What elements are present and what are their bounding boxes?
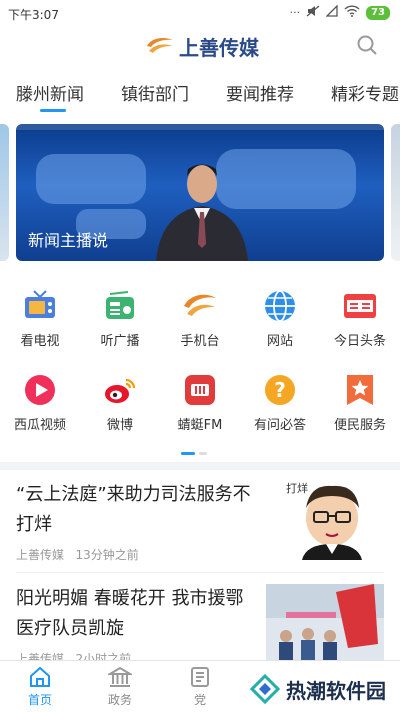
medical-team-photo (266, 584, 384, 666)
search-icon[interactable] (356, 34, 378, 60)
news-list: “云上法庭”来助力司法服务不打烊 上善传媒 13分钟之前 打烊 阳光明媚 春暖花… (0, 470, 400, 666)
grid-label: 微博 (106, 418, 133, 433)
grid-item-weibo[interactable]: 微博 (80, 372, 160, 442)
government-icon (108, 666, 132, 687)
grid-item-convenience[interactable]: 便民服务 (320, 372, 400, 442)
brand-logo-icon (184, 294, 216, 316)
banner-next-peek[interactable] (391, 124, 400, 261)
tab-recommended-news[interactable]: 要闻推荐 (226, 80, 294, 105)
banner-caption: 新闻主播说 (28, 231, 109, 250)
qingting-fm-icon (185, 375, 215, 405)
banner-prev-peek[interactable] (0, 124, 9, 261)
page-dot-active (181, 452, 195, 455)
nav-government[interactable]: 政务 (90, 665, 150, 708)
grid-item-qingting-fm[interactable]: 蜻蜓FM (160, 372, 240, 442)
category-tabs: 滕州新闻 镇街部门 要闻推荐 精彩专题 (0, 66, 400, 116)
service-grid: 看电视 听广播 手机台 网站 今日头条 西瓜视频 微博 蜻蜓FM ? 有问必答 … (0, 270, 400, 462)
tab-town-departments[interactable]: 镇街部门 (121, 80, 189, 105)
news-title: “云上法庭”来助力司法服务不打烊 (16, 484, 251, 535)
party-icon (191, 667, 209, 687)
xigua-video-icon (25, 375, 55, 405)
battery-indicator: 73 (366, 5, 390, 20)
watermark-text: 热潮软件园 (286, 678, 386, 703)
svg-text:打烊: 打烊 (286, 481, 308, 495)
tab-active-indicator (40, 109, 66, 112)
app-logo: 上善传媒 (145, 32, 259, 61)
news-time: 13分钟之前 (75, 548, 139, 562)
app-header: 上善传媒 (0, 26, 400, 66)
grid-item-xigua-video[interactable]: 西瓜视频 (0, 372, 80, 442)
grid-item-qa[interactable]: ? 有问必答 (240, 372, 320, 442)
grid-label: 听广播 (100, 334, 140, 349)
news-title: 阳光明媚 春暖花开 我市援鄂医疗队员凯旋 (16, 588, 244, 639)
more-dots-icon: ··· (289, 6, 301, 19)
grid-item-mobile-station[interactable]: 手机台 (160, 288, 240, 358)
brand-logo-icon (145, 34, 175, 60)
svg-text:?: ? (274, 378, 286, 402)
nav-label: 党 (193, 693, 206, 707)
banner-carousel: 新闻主播说 (0, 116, 400, 270)
news-divider (16, 572, 384, 573)
star-badge-icon (347, 375, 373, 405)
grid-label: 蜻蜓FM (177, 418, 223, 433)
nav-party[interactable]: 党 (170, 665, 230, 708)
globe-icon (265, 290, 295, 322)
grid-item-radio[interactable]: 听广播 (80, 288, 160, 358)
toutiao-icon (344, 294, 376, 318)
no-sim-icon (325, 4, 338, 20)
grid-item-website[interactable]: 网站 (240, 288, 320, 358)
news-thumbnail (266, 584, 384, 666)
status-bar: 下午3:07 ··· 73 (0, 0, 400, 26)
app-title: 上善传媒 (179, 36, 259, 60)
grid-label: 今日头条 (333, 334, 386, 349)
grid-label: 手机台 (180, 334, 220, 349)
tab-special-topics[interactable]: 精彩专题 (331, 80, 399, 105)
grid-page-indicator (181, 452, 207, 455)
status-time: 下午3:07 (8, 8, 59, 22)
grid-item-toutiao[interactable]: 今日头条 (320, 288, 400, 358)
nav-label: 政务 (107, 693, 132, 707)
grid-label: 西瓜视频 (13, 418, 66, 433)
news-source: 上善传媒 (16, 548, 65, 562)
tab-tengzhou-news[interactable]: 滕州新闻 (16, 80, 84, 105)
bottom-nav: 首页 政务 党 热潮软件园 (0, 660, 400, 712)
wifi-icon (344, 5, 360, 20)
banner-slide[interactable]: 新闻主播说 (16, 124, 384, 261)
status-icons: ··· 73 (289, 4, 390, 20)
nav-home[interactable]: 首页 (10, 665, 70, 708)
cartoon-judge-image: 打烊 (266, 478, 384, 560)
page-dot (199, 452, 207, 455)
watermark: 热潮软件园 (244, 672, 392, 706)
radio-icon (106, 291, 134, 319)
grid-label: 网站 (266, 334, 293, 349)
nav-label: 首页 (27, 693, 52, 707)
home-icon (30, 666, 50, 687)
question-icon: ? (265, 375, 295, 405)
news-meta: 上善传媒 13分钟之前 (16, 546, 139, 563)
grid-item-tv[interactable]: 看电视 (0, 288, 80, 358)
grid-label: 有问必答 (253, 418, 306, 433)
weibo-icon (105, 378, 136, 403)
watermark-logo-icon (250, 674, 280, 704)
grid-label: 看电视 (20, 334, 60, 349)
news-thumbnail: 打烊 (266, 478, 384, 560)
list-item[interactable]: “云上法庭”来助力司法服务不打烊 上善传媒 13分钟之前 打烊 (0, 470, 400, 570)
grid-label: 便民服务 (333, 418, 386, 433)
mute-icon (306, 5, 320, 20)
tv-icon (25, 290, 55, 318)
